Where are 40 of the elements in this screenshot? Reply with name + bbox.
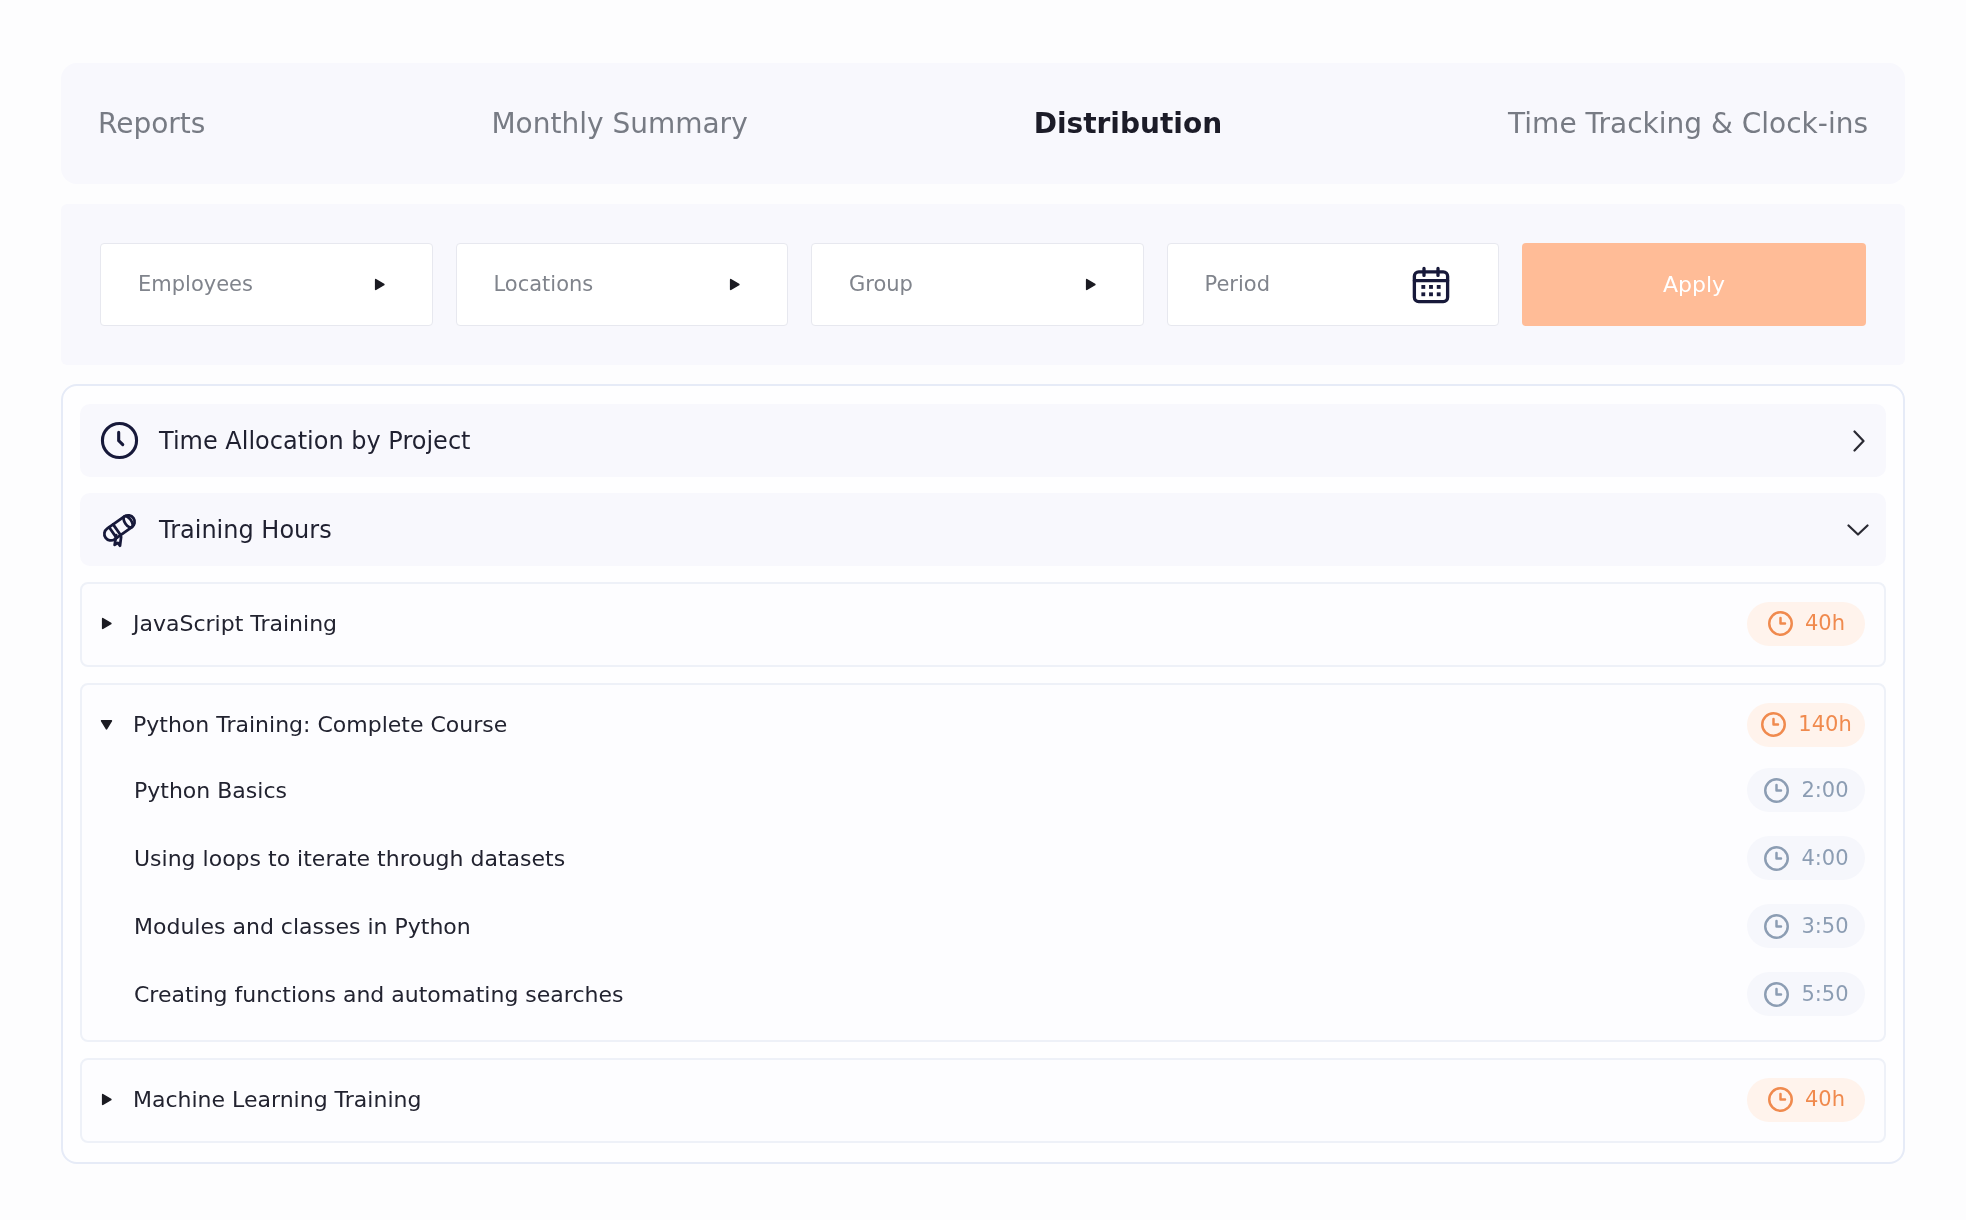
caret-down-icon[interactable] [100, 718, 113, 731]
section-header[interactable]: Time Allocation by Project [80, 404, 1886, 477]
hours-text: 140h [1798, 714, 1852, 735]
lesson-title: Modules and classes in Python [134, 912, 472, 941]
clock-icon [1767, 610, 1794, 637]
course-title: Machine Learning Training [133, 1086, 423, 1114]
lesson-title: Creating functions and automating searches [134, 980, 625, 1009]
caret-right-icon[interactable] [372, 278, 386, 291]
clock-icon [1767, 1086, 1794, 1113]
course-title: Python Training: Complete Course [133, 711, 509, 739]
dropdown-field[interactable]: Employees [100, 243, 433, 326]
date-field[interactable]: Period [1166, 243, 1499, 326]
section-header[interactable]: Training Hours [80, 493, 1886, 566]
tab[interactable]: Monthly Summary [491, 102, 748, 145]
caret-right-icon[interactable] [100, 617, 113, 630]
duration-text: 4:00 [1801, 847, 1849, 869]
clock-icon [1763, 912, 1791, 940]
tab[interactable]: Distribution [1033, 102, 1223, 145]
clock-icon [1760, 711, 1788, 738]
chevron-right-icon[interactable] [1853, 429, 1865, 452]
caret-right-icon[interactable] [100, 1093, 113, 1106]
clock-icon [1763, 776, 1791, 804]
clock-icon [1763, 980, 1791, 1008]
caret-right-icon[interactable] [728, 278, 741, 291]
clock-icon [100, 421, 139, 460]
caret-right-icon[interactable] [1083, 278, 1097, 291]
duration-text: 5:50 [1801, 983, 1849, 1005]
lesson-title: Using loops to iterate through datasets [134, 844, 567, 873]
dropdown-field[interactable]: Locations [455, 243, 788, 326]
clock-icon [1763, 844, 1791, 872]
dropdown-field[interactable]: Group [811, 243, 1144, 326]
hours-text: 40h [1805, 613, 1845, 634]
hours-text: 40h [1805, 1089, 1845, 1110]
chevron-down-icon[interactable] [1847, 523, 1869, 536]
tab[interactable]: Reports [98, 102, 206, 145]
lesson-title: Python Basics [134, 776, 288, 805]
duration-text: 3:50 [1801, 915, 1849, 937]
tab[interactable]: Time Tracking & Clock-ins [1508, 102, 1868, 145]
duration-text: 2:00 [1801, 779, 1849, 801]
course-title: JavaScript Training [133, 610, 339, 638]
